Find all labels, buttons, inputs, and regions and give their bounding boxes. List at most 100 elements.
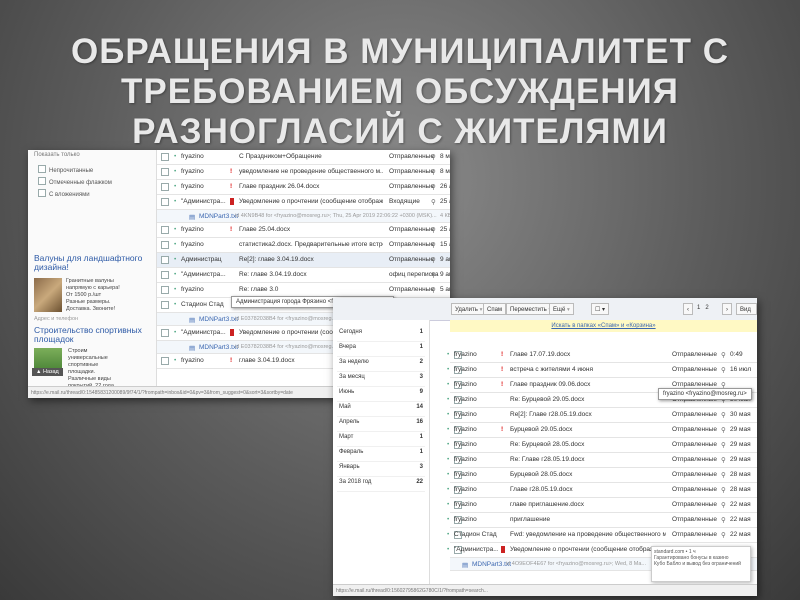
row-checkbox[interactable] [161,183,169,191]
date-filter-item[interactable]: Апрель 16 [337,416,425,432]
prev-page-button[interactable]: ‹ [683,303,693,315]
attachment-name[interactable]: MDNPart3.txt [199,316,238,323]
row-checkbox[interactable] [161,357,169,365]
important-icon[interactable]: ! [230,357,232,364]
mail-row[interactable]: • fryazino! Бурцевой 29.05.docx Отправленны… [447,423,757,438]
unread-dot-icon[interactable]: • [447,426,449,433]
date-filter-item[interactable]: Вчера 1 [337,341,425,357]
view-button[interactable]: Вид ▾ [736,303,757,325]
row-checkbox[interactable] [161,241,169,249]
mail-row[interactable]: • fryazino Re[2]: Главе г28.05.19.docx Отпр… [447,408,757,423]
unread-dot-icon[interactable]: • [447,456,449,463]
mail-row[interactable]: • fryazino главе приглашение.docx Отправлен… [447,498,757,513]
unread-dot-icon[interactable]: • [174,286,176,293]
row-checkbox[interactable] [161,329,169,337]
date-filter-item[interactable]: За неделю 2 [337,356,425,372]
date-filter-item[interactable]: Июнь 9 [337,386,425,402]
unread-dot-icon[interactable]: • [447,396,449,403]
unread-dot-icon[interactable]: • [447,411,449,418]
unread-dot-icon[interactable]: • [174,357,176,364]
important-icon[interactable]: ! [501,381,503,388]
date-filter-item[interactable]: За месяц 3 [337,371,425,387]
unread-dot-icon[interactable]: • [447,351,449,358]
mail-row[interactable]: • Стадион Стад Fwd: уведомление на проведе… [447,528,757,543]
unread-dot-icon[interactable]: • [447,531,449,538]
row-checkbox[interactable] [161,256,169,264]
unread-dot-icon[interactable]: • [447,366,449,373]
ad-boulders[interactable]: Валуны для ландшафтного дизайна! Гранитн… [34,254,150,322]
important-icon[interactable]: ! [501,351,503,358]
flag-icon[interactable] [501,546,505,553]
ad-meta[interactable]: Адрес и телефон [34,316,78,322]
mail-row[interactable]: • fryazino! Главе 25.04.docx Отправленные ⚲ 2… [157,223,450,238]
date-filter-item[interactable]: За 2018 год 22 [337,476,425,492]
unread-dot-icon[interactable]: • [174,153,176,160]
mail-row[interactable]: • fryazino! Главе 17.07.19.docx Отправленны… [447,348,757,363]
mail-row[interactable]: • fryazino Re: Главе г28.05.19.docx Отправл… [447,453,757,468]
search-spam-trash-link[interactable]: Искать в папках «Спам» и «Корзина» [450,320,757,332]
unread-dot-icon[interactable]: • [447,546,449,553]
unread-dot-icon[interactable]: • [174,329,176,336]
attachment-row[interactable]: ▤ MDNPart3.txt id 4KN9B48 for <fryazino@mo… [157,210,450,223]
mail-row[interactable]: • fryazino С Праздником+Обращение Отправлен… [157,150,450,165]
spam-button[interactable]: Спам [483,303,507,315]
mail-row[interactable]: • fryazino приглашение Отправленные ⚲ 22 мая [447,513,757,528]
row-checkbox[interactable] [161,168,169,176]
ad-notification[interactable]: standard.com • 1 ч Гарантировано бонусы … [651,546,751,582]
filter-unread[interactable]: Непрочитанные [38,164,93,174]
unread-dot-icon[interactable]: • [174,198,176,205]
mail-row[interactable]: • fryazino! встреча с жителями 4 июня Отпра… [447,363,757,378]
row-checkbox[interactable] [161,153,169,161]
row-checkbox[interactable] [161,271,169,279]
attachment-name[interactable]: MDNPart3.txt [199,344,238,351]
unread-dot-icon[interactable]: • [447,486,449,493]
row-checkbox[interactable] [161,286,169,294]
date-filter-item[interactable]: Январь 3 [337,461,425,477]
flag-icon[interactable] [230,198,234,205]
unread-dot-icon[interactable]: • [174,301,176,308]
date-filter-item[interactable]: Сегодня 1 [337,326,425,342]
move-button[interactable]: Переместить ▾ [506,303,556,315]
unread-dot-icon[interactable]: • [174,183,176,190]
mail-row[interactable]: • fryazino Бурцевой 28.05.docx Отправленные… [447,468,757,483]
important-icon[interactable]: ! [230,168,232,175]
mail-row[interactable]: • fryazino статистика2.docx. Предварительн… [157,238,450,253]
ad-image[interactable] [34,278,62,312]
select-checkbox[interactable]: ☐ ▾ [591,303,610,315]
unread-dot-icon[interactable]: • [174,241,176,248]
date-filter-item[interactable]: Март 1 [337,431,425,447]
mail-row[interactable]: • Администрац Re[2]: главе 3.04.19.docx Отп… [157,253,450,268]
filter-flagged[interactable]: Отмеченные флажком [38,176,112,186]
important-icon[interactable]: ! [230,226,232,233]
unread-dot-icon[interactable]: • [174,226,176,233]
attachment-name[interactable]: MDNPart3.txt [199,213,238,220]
row-checkbox[interactable] [161,198,169,206]
unread-dot-icon[interactable]: • [447,471,449,478]
unread-dot-icon[interactable]: • [174,271,176,278]
ad-title[interactable]: Строительство спортивных площадок [34,326,150,344]
mail-row[interactable]: • fryazino Главе г28.05.19.docx Отправленны… [447,483,757,498]
date-filter-item[interactable]: Февраль 1 [337,446,425,462]
mail-row[interactable]: • fryazino! уведомление не проведение обще… [157,165,450,180]
flag-icon[interactable] [230,329,234,336]
ad-title[interactable]: Валуны для ландшафтного дизайна! [34,254,150,272]
unread-dot-icon[interactable]: • [174,256,176,263]
row-checkbox[interactable] [161,226,169,234]
mail-row[interactable]: • fryazino Re: Бурцевой 28.05.docx Отправле… [447,438,757,453]
delete-button[interactable]: Удалить ▾ [451,303,487,315]
important-icon[interactable]: ! [230,183,232,190]
mail-row[interactable]: • "Администра... Уведомление о прочтении (… [157,195,450,210]
unread-dot-icon[interactable]: • [447,441,449,448]
date-filter-item[interactable]: Май 14 [337,401,425,417]
mail-row[interactable]: • fryazino! Главе праздник 26.04.docx Отпра… [157,180,450,195]
mail-row[interactable]: • "Администра... Re: главе 3.04.19.docx офи… [157,268,450,283]
unread-dot-icon[interactable]: • [447,381,449,388]
back-button[interactable]: ▲ Назад [32,368,63,376]
important-icon[interactable]: ! [501,426,503,433]
row-checkbox[interactable] [161,301,169,309]
important-icon[interactable]: ! [501,366,503,373]
unread-dot-icon[interactable]: • [447,516,449,523]
more-button[interactable]: Ещё ▾ [549,303,574,315]
unread-dot-icon[interactable]: • [174,168,176,175]
unread-dot-icon[interactable]: • [447,501,449,508]
